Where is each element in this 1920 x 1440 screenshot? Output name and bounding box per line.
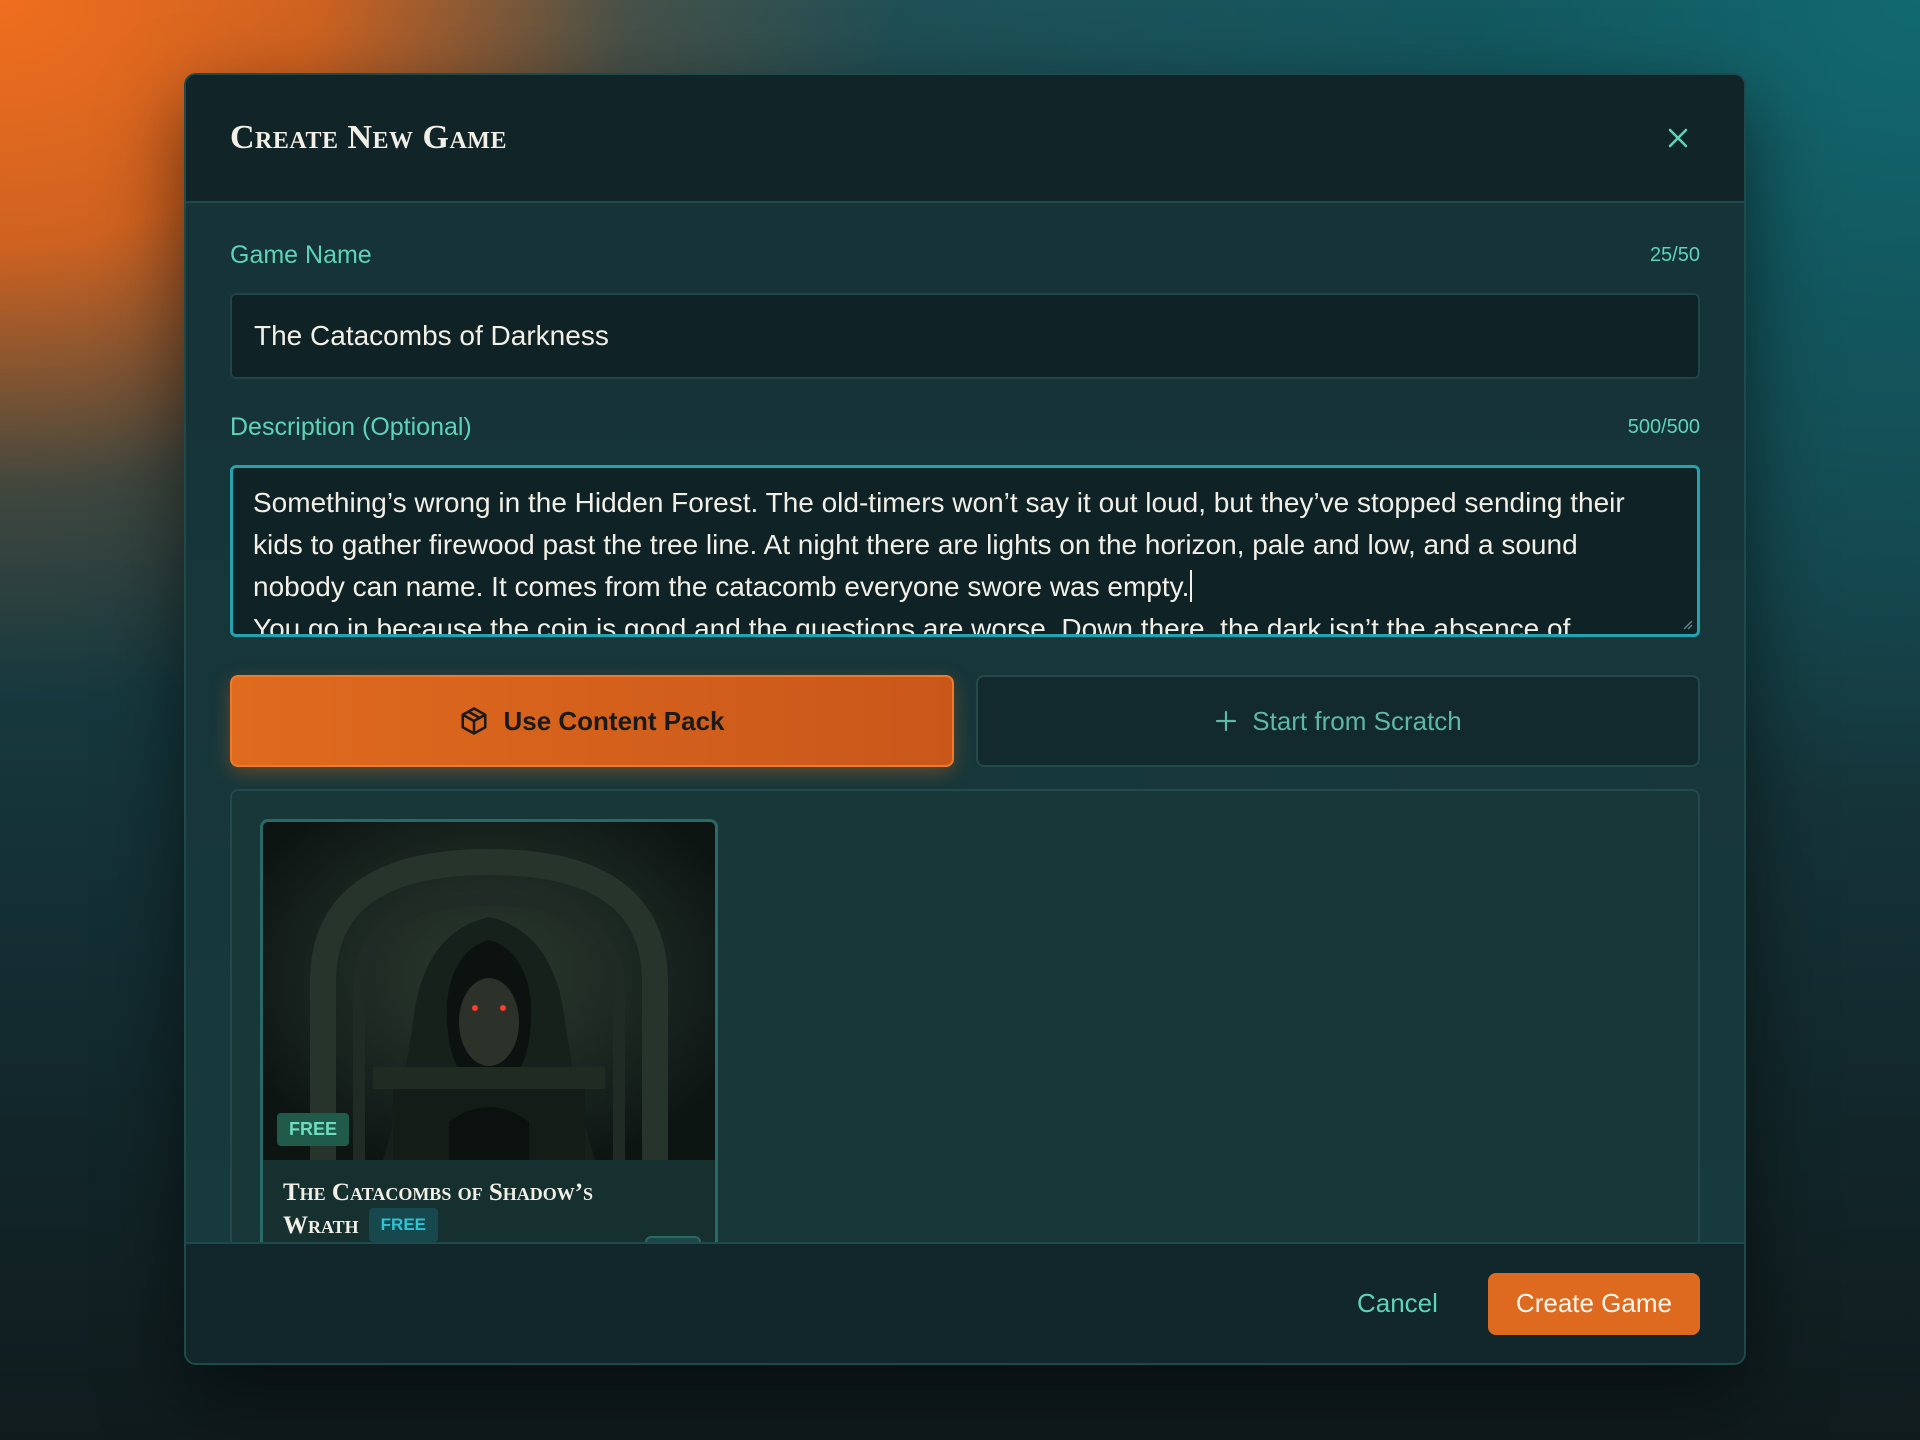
description-line: nobody can name. It comes from the catac… (253, 571, 1190, 602)
pack-title-text: The Catacombs of Shadow’s Wrath (283, 1179, 594, 1239)
description-line-active: nobody can name. It comes from the catac… (253, 566, 1677, 608)
create-game-button[interactable]: Create Game (1487, 1272, 1700, 1335)
game-name-value: The Catacombs of Darkness (254, 320, 609, 351)
description-line: Something’s wrong in the Hidden Forest. … (253, 487, 1625, 518)
box-icon (461, 707, 487, 735)
description-header: Description (Optional) 500/500 (230, 409, 1700, 445)
pack-cover-image: FREE (263, 822, 715, 1160)
game-name-label: Game Name (230, 240, 372, 269)
description-line: You go in because the coin is good and t… (253, 613, 1571, 637)
use-content-pack-button[interactable]: Use Content Pack (230, 675, 954, 767)
start-from-scratch-label: Start from Scratch (1252, 705, 1462, 736)
content-pack-card[interactable]: FREE The Catacombs of Shadow’s Wrath FREE… (260, 819, 718, 1267)
modal-footer: Cancel Create Game (186, 1242, 1744, 1363)
modal-header: Create New Game (186, 75, 1744, 203)
description-line: kids to gather firewood past the tree li… (253, 529, 1578, 560)
description-label: Description (Optional) (230, 412, 472, 441)
start-from-scratch-button[interactable]: Start from Scratch (976, 675, 1700, 767)
plus-icon (1216, 710, 1237, 732)
text-caret (1190, 570, 1193, 602)
use-content-pack-label: Use Content Pack (503, 705, 725, 736)
modal-title: Create New Game (230, 119, 507, 156)
modal-body: Game Name 25/50 The Catacombs of Darknes… (186, 203, 1744, 1269)
mode-selector: Use Content Pack Start from Scratch (230, 675, 1700, 767)
description-count: 500/500 (1627, 415, 1700, 438)
close-icon (1668, 128, 1688, 148)
pack-title: The Catacombs of Shadow’s Wrath FREE (283, 1178, 663, 1242)
hooded-figure-illustration (263, 822, 715, 1160)
content-pack-list: FREE The Catacombs of Shadow’s Wrath FREE… (230, 789, 1700, 1269)
create-game-modal: Create New Game Game Name 25/50 The Cata… (184, 73, 1746, 1365)
free-image-badge: FREE (277, 1113, 350, 1146)
game-name-header: Game Name 25/50 (230, 237, 1700, 273)
game-name-input[interactable]: The Catacombs of Darkness (230, 293, 1700, 379)
description-textarea[interactable]: Something’s wrong in the Hidden Forest. … (230, 465, 1700, 637)
resize-handle-icon[interactable] (1681, 618, 1693, 630)
pack-price-badge: FREE (368, 1208, 439, 1242)
close-button[interactable] (1656, 116, 1700, 160)
game-name-count: 25/50 (1649, 243, 1700, 266)
cancel-button[interactable]: Cancel (1357, 1288, 1438, 1319)
